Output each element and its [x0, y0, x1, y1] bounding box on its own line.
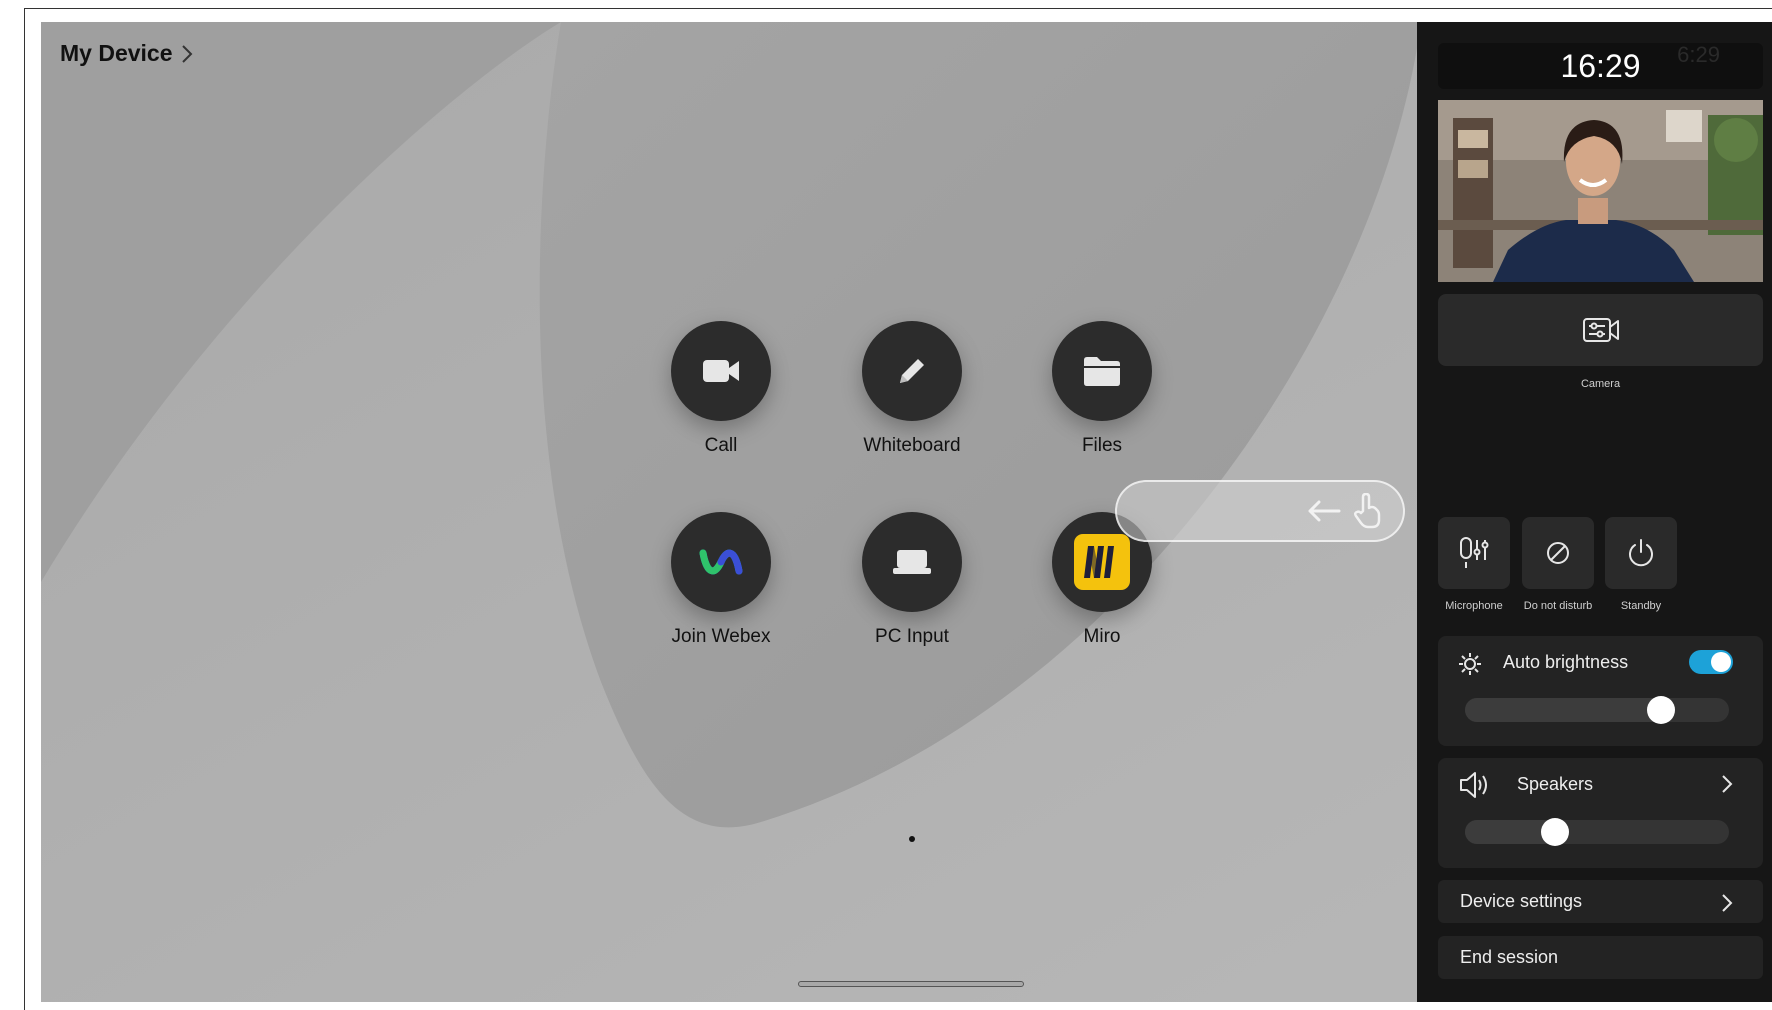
hand-pointer-icon [1353, 493, 1381, 529]
app-call-label: Call [704, 435, 738, 456]
webex-logo-icon [699, 549, 743, 575]
speakers-chevron-icon[interactable] [1721, 774, 1733, 794]
app-pc-input-button[interactable] [862, 512, 962, 612]
app-webex-label: Join Webex [671, 626, 771, 647]
app-call-button[interactable] [671, 321, 771, 421]
speakers-label: Speakers [1517, 774, 1594, 794]
do-not-disturb-icon [1547, 542, 1569, 564]
auto-brightness-toggle[interactable] [1689, 650, 1733, 674]
app-webex-button[interactable] [671, 512, 771, 612]
self-view-image [1438, 100, 1763, 282]
app-files[interactable]: Files [1022, 321, 1182, 457]
app-pc-input-label: PC Input [875, 626, 949, 647]
chevron-right-icon [181, 44, 192, 63]
app-files-label: Files [1081, 435, 1123, 456]
app-webex[interactable]: Join Webex [641, 512, 801, 648]
device-settings-button[interactable]: Device settings [1438, 880, 1763, 923]
device-screen: My Device Call Whiteboard Files Join Web… [41, 22, 1772, 1002]
volume-slider-knob[interactable] [1541, 818, 1569, 846]
speaker-icon [1460, 772, 1487, 798]
folder-icon [1084, 357, 1120, 386]
app-whiteboard-label: Whiteboard [863, 435, 961, 456]
app-whiteboard[interactable]: Whiteboard [832, 321, 992, 457]
miro-logo-icon [1074, 534, 1130, 590]
microphone-label: Microphone [1445, 600, 1503, 612]
microphone-button[interactable] [1438, 517, 1510, 589]
app-call[interactable]: Call [641, 321, 801, 457]
end-session-label: End session [1460, 947, 1559, 967]
gesture-hint[interactable] [1115, 480, 1405, 542]
microphone-settings-icon [1460, 537, 1489, 568]
auto-brightness-label: Auto brightness [1503, 652, 1629, 672]
camera-label: Camera [1580, 378, 1621, 390]
page-title: My Device [60, 40, 173, 66]
app-miro-label: Miro [1083, 626, 1121, 647]
volume-slider[interactable] [1465, 818, 1729, 846]
app-pc-input[interactable]: PC Input [832, 512, 992, 648]
arrow-left-icon [1308, 500, 1341, 522]
home-indicator-bar[interactable] [798, 981, 1024, 987]
standby-label: Standby [1620, 600, 1662, 612]
app-files-button[interactable] [1052, 321, 1152, 421]
camera-settings-button[interactable] [1438, 294, 1763, 366]
laptop-icon [893, 550, 931, 574]
chevron-right-icon [1722, 894, 1733, 912]
app-whiteboard-button[interactable] [862, 321, 962, 421]
clock-ghost: 6:29 [1677, 42, 1720, 67]
standby-button[interactable] [1605, 517, 1677, 589]
breadcrumb[interactable]: My Device [60, 40, 193, 67]
end-session-button[interactable]: End session [1438, 936, 1763, 979]
page-indicator [909, 836, 915, 842]
video-camera-icon [703, 360, 739, 382]
camera-settings-icon [1582, 318, 1619, 342]
camera-preview [1438, 100, 1763, 282]
speakers-card: Speakers [1438, 758, 1763, 868]
brightness-slider-knob[interactable] [1647, 696, 1675, 724]
brightness-slider-fill [1465, 698, 1661, 722]
do-not-disturb-label: Do not disturb [1523, 600, 1593, 612]
do-not-disturb-button[interactable] [1522, 517, 1594, 589]
device-settings-label: Device settings [1460, 891, 1583, 911]
power-icon [1629, 539, 1653, 567]
brightness-card: Auto brightness [1438, 636, 1763, 746]
brightness-slider[interactable] [1465, 696, 1729, 724]
control-panel: 16:29 6:29 Camera Microphone Do not dist… [1417, 22, 1772, 1002]
pencil-icon [900, 359, 924, 383]
brightness-icon [1459, 653, 1481, 675]
